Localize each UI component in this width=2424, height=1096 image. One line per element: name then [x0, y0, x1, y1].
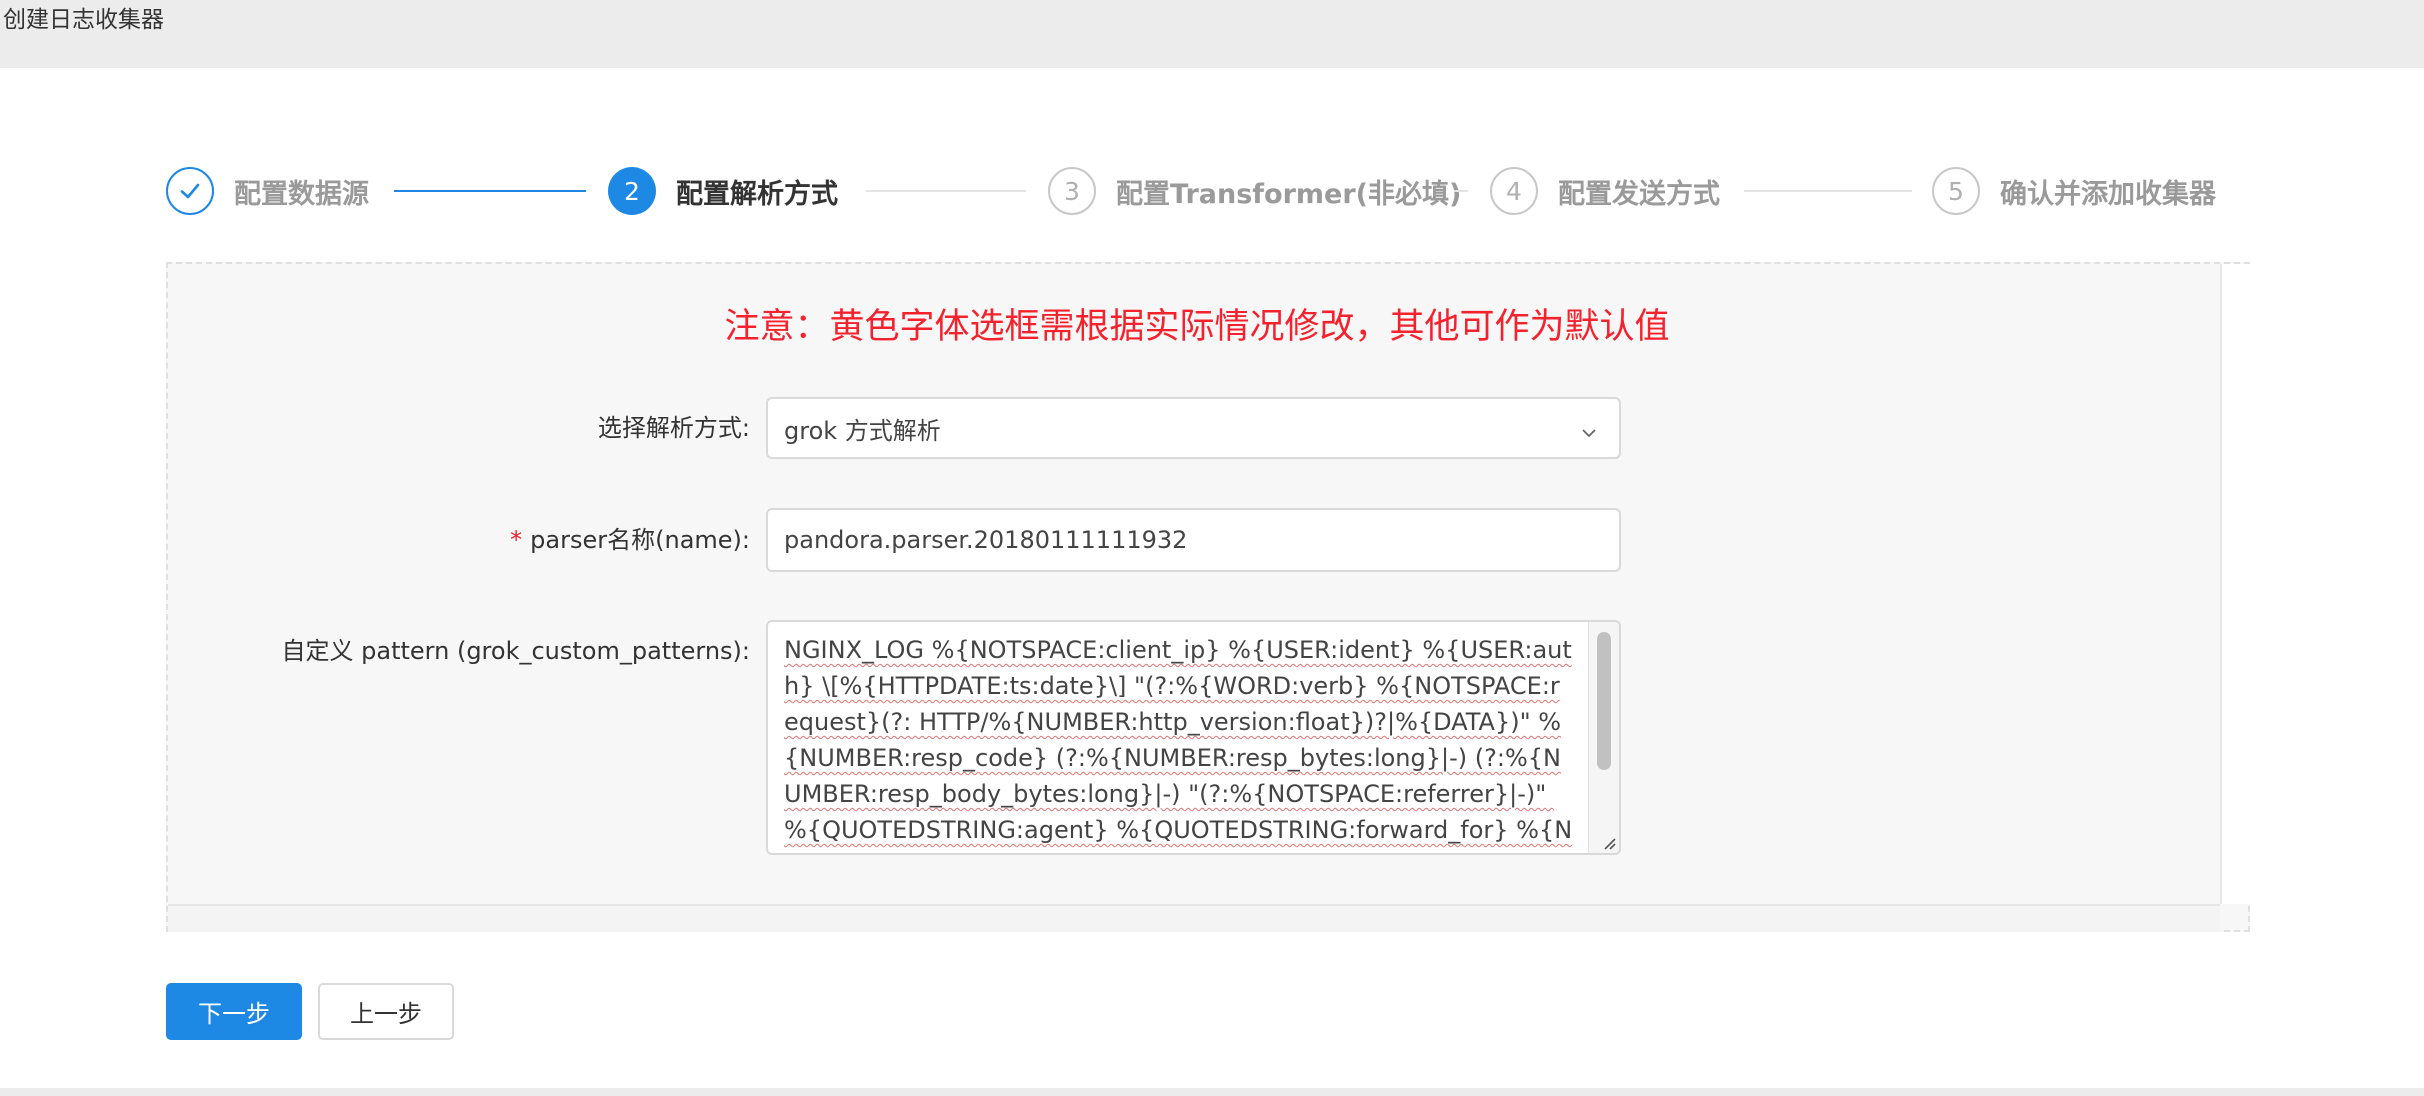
parser-name-label-wrap: * parser名称(name):: [510, 525, 750, 555]
step-2-label: 配置解析方式: [676, 178, 838, 210]
step-connector-1: [394, 190, 586, 192]
step-connector-3: [1454, 190, 1468, 192]
step-2: 2 配置解析方式: [608, 164, 838, 218]
step-1-label: 配置数据源: [234, 178, 369, 210]
prev-step-button[interactable]: 上一步: [318, 983, 454, 1040]
textarea-scroll-thumb[interactable]: [1597, 632, 1611, 770]
parser-name-label: parser名称(name):: [530, 526, 750, 554]
step-connector-4: [1744, 190, 1912, 192]
custom-patterns-value: NGINX_LOG %{NOTSPACE:client_ip} %{USER:i…: [784, 636, 1573, 853]
parse-method-select[interactable]: grok 方式解析: [766, 397, 1621, 459]
parse-method-label: 选择解析方式:: [597, 414, 750, 442]
step-5: 5 确认并添加收集器: [1932, 164, 2216, 218]
page-title: 创建日志收集器: [3, 7, 164, 33]
step-5-number: 5: [1932, 167, 1980, 215]
step-4-label: 配置发送方式: [1558, 178, 1720, 210]
step-3-label: 配置Transformer(非必填): [1116, 178, 1462, 210]
step-2-number: 2: [608, 167, 656, 215]
step-3: 3 配置Transformer(非必填): [1048, 164, 1461, 218]
next-step-button[interactable]: 下一步: [166, 983, 302, 1040]
panel-horizontal-scroll[interactable]: [168, 904, 2220, 932]
step-1: 配置数据源: [166, 164, 369, 218]
notice-message: 注意：黄色字体选框需根据实际情况修改，其他可作为默认值: [724, 307, 1670, 347]
required-mark: *: [510, 526, 523, 554]
chevron-down-icon: [1581, 419, 1597, 438]
step-5-label: 确认并添加收集器: [2000, 178, 2216, 210]
parse-method-value: grok 方式解析: [784, 416, 941, 445]
step-connector-2: [866, 190, 1026, 192]
step-3-number: 3: [1048, 167, 1096, 215]
textarea-scrollbar[interactable]: [1588, 622, 1619, 853]
parser-name-input[interactable]: [766, 508, 1621, 572]
resize-handle-icon[interactable]: [1599, 833, 1617, 851]
custom-patterns-textarea[interactable]: NGINX_LOG %{NOTSPACE:client_ip} %{USER:i…: [766, 620, 1621, 855]
panel-scroll-region[interactable]: [2220, 264, 2250, 904]
custom-patterns-label: 自定义 pattern (grok_custom_patterns):: [281, 637, 750, 665]
check-icon: [166, 167, 214, 215]
notice-text: 注意：黄色字体选框需根据实际情况修改，其他可作为默认值: [0, 302, 2424, 352]
step-4-number: 4: [1490, 167, 1538, 215]
step-4: 4 配置发送方式: [1490, 164, 1720, 218]
